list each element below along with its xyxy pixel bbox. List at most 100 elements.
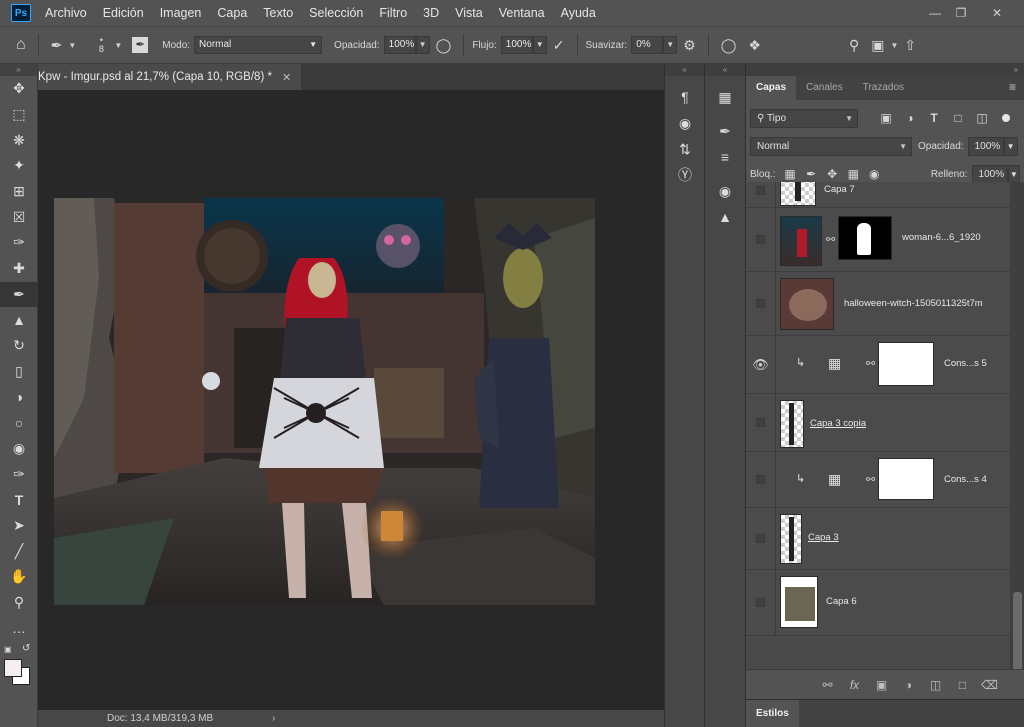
menu-archivo[interactable]: Archivo	[37, 0, 95, 26]
gear-icon[interactable]: ⚙	[683, 37, 696, 54]
layer-list-scrollbar[interactable]	[1010, 182, 1024, 727]
chevron-down-icon[interactable]: ▼	[114, 41, 122, 50]
visibility-toggle[interactable]	[746, 272, 776, 335]
chevron-down-icon[interactable]: ▼	[890, 41, 898, 50]
zoom-icon[interactable]: ⚲	[0, 590, 38, 616]
trash-icon[interactable]: ⌫	[976, 678, 1003, 692]
path-select-icon[interactable]: ➤	[0, 513, 38, 539]
collapse-icon[interactable]: «	[705, 64, 745, 76]
lasso-icon[interactable]: ❋	[0, 127, 38, 153]
tab-estilos[interactable]: Estilos	[746, 700, 799, 727]
opacidad-input[interactable]: 100%	[967, 136, 1004, 156]
brush-preset-icon[interactable]: ✒	[51, 37, 63, 54]
adjustments-icon[interactable]: ≡	[705, 144, 745, 170]
glyphs-icon[interactable]: Ⓨ	[665, 162, 705, 188]
visibility-toggle[interactable]	[746, 208, 776, 271]
blend-mode-select[interactable]: Normal ▼	[750, 136, 912, 156]
pressure-opacity-icon[interactable]: ◯	[436, 37, 452, 54]
search-icon[interactable]: ⚲	[849, 37, 859, 54]
relleno-dropdown[interactable]: ▼	[1007, 164, 1021, 184]
layer-row[interactable]: 👁 ↳ ▦ ⚯ Cons...s 5	[746, 336, 1010, 394]
brush-panel-icon[interactable]: ✒	[132, 37, 149, 53]
eyedropper-icon[interactable]: ✑	[0, 230, 38, 256]
document-tab[interactable]: Kpw - Imgur.psd al 21,7% (Capa 10, RGB/8…	[38, 64, 302, 90]
lock-pixels-icon[interactable]: ✒	[801, 167, 822, 181]
link-icon[interactable]: ⚯	[826, 233, 835, 246]
history-brush-icon[interactable]: ↻	[0, 333, 38, 359]
swap-colors-icon[interactable]: ↺	[22, 643, 30, 654]
healing-icon[interactable]: ✚	[0, 256, 38, 282]
menu-imagen[interactable]: Imagen	[152, 0, 210, 26]
panel-menu-icon[interactable]: ≡	[1009, 80, 1016, 94]
filter-adjustment-icon[interactable]: ◑	[898, 111, 922, 125]
suavizar-dropdown[interactable]: ▼	[663, 36, 678, 54]
flujo-input[interactable]: 100%	[500, 36, 533, 54]
close-icon[interactable]: ✕	[984, 0, 1010, 26]
home-icon[interactable]: ⌂	[16, 36, 26, 54]
paragraph-icon[interactable]: ¶	[665, 84, 705, 110]
filter-image-icon[interactable]: ▣	[874, 111, 898, 125]
layer-row[interactable]: halloween-witch-1505011325t7m	[746, 272, 1010, 336]
channels-icon[interactable]: ⇅	[665, 136, 705, 162]
pen-icon[interactable]: ✑	[0, 461, 38, 487]
add-mask-icon[interactable]: ▣	[868, 678, 895, 692]
lock-position-icon[interactable]: ✥	[822, 167, 843, 181]
filter-smart-object-icon[interactable]: ◫	[970, 111, 994, 125]
status-chevron-icon[interactable]: ›	[272, 710, 275, 727]
lock-artboard-icon[interactable]: ▦	[843, 167, 864, 181]
magic-wand-icon[interactable]: ✦	[0, 153, 38, 179]
menu-texto[interactable]: Texto	[255, 0, 301, 26]
layer-row[interactable]: Capa 3 copia	[746, 394, 1010, 452]
visibility-toggle[interactable]	[746, 182, 776, 207]
hand-icon[interactable]: ✋	[0, 564, 38, 590]
move-icon[interactable]: ✥	[0, 76, 38, 102]
paint-bucket-icon[interactable]: ◑	[0, 384, 38, 410]
grid-icon[interactable]: ▦	[705, 84, 745, 110]
modo-select[interactable]: Normal ▼	[194, 36, 323, 54]
sponge-icon[interactable]: ◉	[0, 436, 38, 462]
relleno-input[interactable]: 100%	[971, 164, 1008, 184]
layer-row[interactable]: ↳ ▦ ⚯ Cons...s 4	[746, 452, 1010, 508]
visibility-toggle[interactable]	[746, 452, 776, 507]
filter-type-select[interactable]: ⚲ Tipo ▼	[750, 108, 858, 128]
3d-icon[interactable]: ◉	[665, 110, 705, 136]
marquee-icon[interactable]: ⬚	[0, 102, 38, 128]
more-icon[interactable]: …	[0, 615, 38, 641]
clone-source-icon[interactable]: ▲	[705, 204, 745, 230]
layer-row[interactable]: ⚯ woman-6...6_1920	[746, 208, 1010, 272]
link-icon[interactable]: ⚯	[866, 357, 875, 370]
menu-vista[interactable]: Vista	[447, 0, 491, 26]
suavizar-input[interactable]: 0%	[631, 36, 664, 54]
layer-row[interactable]: Capa 7	[746, 182, 1010, 208]
layer-row[interactable]: Capa 6	[746, 570, 1010, 636]
document-canvas[interactable]	[54, 198, 595, 605]
lock-transparent-icon[interactable]: ▦	[780, 167, 801, 181]
symmetry-icon[interactable]: ❖	[748, 37, 761, 54]
brush-icon[interactable]: ✒	[0, 281, 38, 308]
fx-icon[interactable]: fx	[841, 678, 868, 692]
new-adjustment-icon[interactable]: ◑	[895, 678, 922, 692]
new-layer-icon[interactable]: □	[949, 678, 976, 692]
menu-capa[interactable]: Capa	[209, 0, 255, 26]
frame-icon[interactable]: ☒	[0, 204, 38, 230]
pressure-size-icon[interactable]: ◯	[721, 37, 737, 54]
opacidad-dropdown[interactable]: ▼	[1003, 136, 1018, 156]
opacidad-input[interactable]: 100%	[383, 36, 416, 54]
type-icon[interactable]: T	[0, 487, 38, 513]
menu-3d[interactable]: 3D	[415, 0, 447, 26]
foreground-color-swatch[interactable]	[4, 659, 22, 678]
tab-capas[interactable]: Capas	[746, 76, 797, 100]
link-layers-icon[interactable]: ⚯	[814, 678, 841, 692]
menu-edicion[interactable]: Edición	[95, 0, 152, 26]
airbrush-icon[interactable]: ✓	[553, 37, 565, 54]
visibility-toggle[interactable]: 👁	[746, 336, 776, 393]
close-tab-icon[interactable]: ✕	[282, 71, 291, 84]
link-icon[interactable]: ⚯	[866, 473, 875, 486]
collapse-icon[interactable]: »	[746, 64, 1024, 76]
visibility-toggle[interactable]	[746, 508, 776, 569]
brush-size[interactable]: • 8	[90, 36, 112, 54]
menu-seleccion[interactable]: Selección	[301, 0, 371, 26]
minimize-icon[interactable]: —	[922, 0, 948, 26]
default-colors-icon[interactable]: ▣	[4, 645, 12, 654]
swatches-icon[interactable]: ◉	[705, 178, 745, 204]
